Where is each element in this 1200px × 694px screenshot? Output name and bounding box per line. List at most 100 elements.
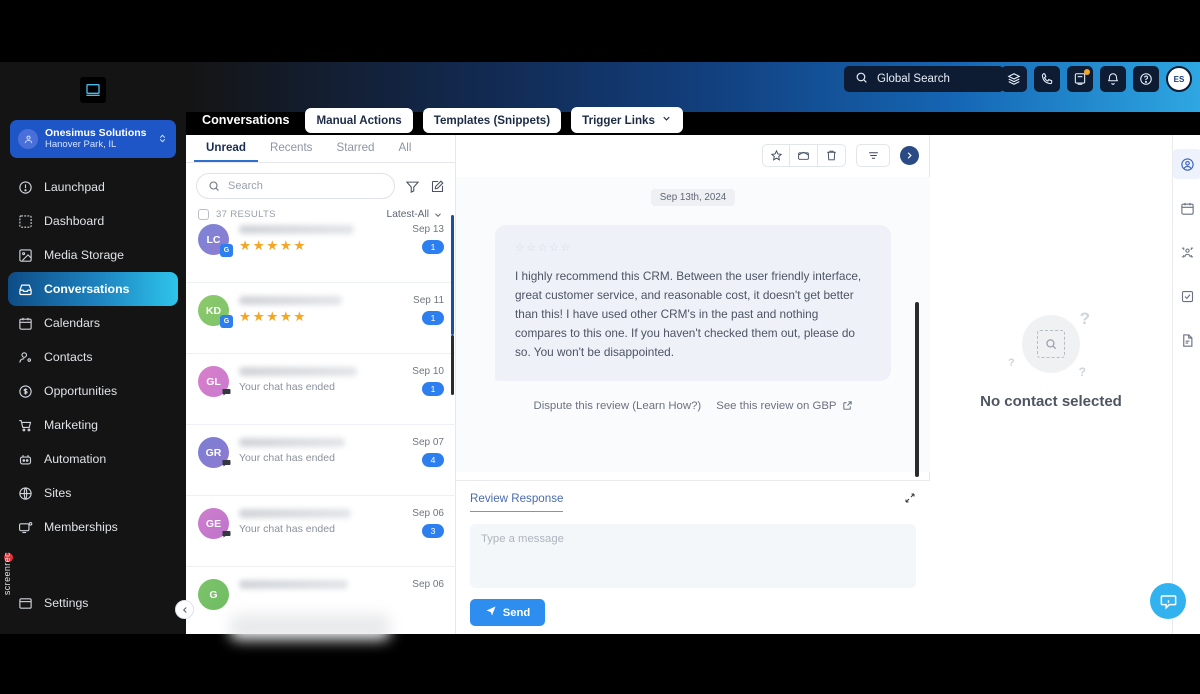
list-scrollbar-track[interactable]: [451, 335, 454, 395]
contact-panel: ? ? ? No contact selected: [930, 135, 1172, 634]
question-mark-small-icon: ?: [1008, 357, 1015, 369]
rail-item-team[interactable]: [1173, 237, 1200, 267]
chevron-updown-icon: [157, 131, 168, 148]
delete-icon[interactable]: [818, 144, 846, 167]
list-search-row: Search: [186, 163, 455, 203]
list-scrollbar[interactable]: [451, 215, 454, 335]
sidebar-item-conversations[interactable]: Conversations: [8, 272, 178, 306]
bottom-overlay-blur: [230, 614, 390, 640]
phone-icon[interactable]: [1034, 66, 1060, 92]
dashboard-icon: [18, 214, 33, 229]
unread-count-badge: 3: [422, 524, 444, 538]
screenrec-label: screenrec: [2, 552, 12, 596]
sidebar-item-label: Settings: [44, 596, 89, 610]
reply-textarea[interactable]: Type a message: [470, 524, 916, 588]
list-item[interactable]: GE Your chat has ended Sep 06 3: [186, 496, 456, 567]
see-review-on-gbp-link[interactable]: See this review on GBP: [716, 400, 852, 412]
monitor-icon: [18, 520, 33, 535]
list-item[interactable]: KD G ★★★★★ Sep 11 1: [186, 283, 456, 354]
sidebar-item-label: Dashboard: [44, 214, 105, 228]
note-icon[interactable]: [1067, 66, 1093, 92]
bell-icon[interactable]: [1100, 66, 1126, 92]
dispute-review-link[interactable]: Dispute this review (Learn How?): [533, 400, 701, 412]
sidebar-item-launchpad[interactable]: Launchpad: [8, 170, 178, 204]
avatar-initials: GE: [205, 517, 222, 530]
reply-placeholder: Type a message: [481, 533, 564, 545]
left-sidebar: Onesimus Solutions Hanover Park, IL Laun…: [0, 62, 186, 634]
compose-icon[interactable]: [430, 179, 445, 194]
unread-count-badge: 1: [422, 311, 444, 325]
sidebar-item-sites[interactable]: Sites: [8, 476, 178, 510]
sidebar-item-label: Automation: [44, 452, 107, 466]
user-avatar[interactable]: ES: [1166, 66, 1192, 92]
list-item-date: Sep 07: [412, 437, 444, 448]
unread-count-badge: 1: [422, 382, 444, 396]
app-logo[interactable]: [0, 62, 186, 118]
list-item[interactable]: GR Your chat has ended Sep 07 4: [186, 425, 456, 496]
sidebar-item-dashboard[interactable]: Dashboard: [8, 204, 178, 238]
question-mark-large-icon: ?: [1079, 309, 1090, 328]
sidebar-item-label: Launchpad: [44, 180, 105, 194]
account-name: Onesimus Solutions: [45, 127, 147, 139]
sidebar-item-marketing[interactable]: Marketing: [8, 408, 178, 442]
global-search-placeholder: Global Search: [877, 73, 950, 85]
manual-actions-button[interactable]: Manual Actions: [305, 107, 413, 133]
calendar-icon: [18, 316, 33, 331]
sidebar-item-calendars[interactable]: Calendars: [8, 306, 178, 340]
rail-item-document[interactable]: [1173, 325, 1200, 355]
tab-unread[interactable]: Unread: [194, 135, 258, 162]
trigger-links-button[interactable]: Trigger Links: [571, 107, 683, 133]
mark-unread-icon[interactable]: [790, 144, 818, 167]
account-switcher[interactable]: Onesimus Solutions Hanover Park, IL: [10, 120, 176, 158]
collapse-sidebar-button[interactable]: [175, 600, 194, 619]
sidebar-item-label: Contacts: [44, 350, 93, 364]
rail-item-person[interactable]: [1173, 149, 1200, 179]
expand-panel-icon[interactable]: [900, 146, 919, 165]
sidebar-item-media-storage[interactable]: Media Storage: [8, 238, 178, 272]
tab-recents[interactable]: Recents: [258, 135, 325, 162]
list-item[interactable]: LC G ★★★★★ Sep 13 1: [186, 212, 456, 283]
tab-starred[interactable]: Starred: [324, 135, 386, 162]
manual-actions-label: Manual Actions: [316, 113, 402, 127]
search-icon: [855, 71, 868, 87]
list-item[interactable]: GL Your chat has ended Sep 10 1: [186, 354, 456, 425]
no-contact-empty-state: ? ? ? No contact selected: [930, 309, 1172, 410]
message-scrollbar[interactable]: [915, 302, 919, 477]
collapse-icon[interactable]: [904, 492, 916, 507]
page-title: Conversations: [202, 113, 290, 127]
list-item-date: Sep 13: [412, 224, 444, 235]
templates-label: Templates (Snippets): [433, 113, 551, 127]
sidebar-item-label: Memberships: [44, 520, 118, 534]
chat-widget-button[interactable]: [1150, 583, 1186, 619]
list-search-input[interactable]: Search: [196, 173, 395, 199]
help-icon[interactable]: [1133, 66, 1159, 92]
rail-item-calendar[interactable]: [1173, 193, 1200, 223]
conversation-list[interactable]: LC G ★★★★★ Sep 13 1 KD G ★★★★★ Sep 11 1 …: [186, 212, 456, 634]
layers-icon[interactable]: [1001, 66, 1027, 92]
sidebar-item-contacts[interactable]: Contacts: [8, 340, 178, 374]
sidebar-item-memberships[interactable]: Memberships: [8, 510, 178, 544]
rail-item-tasks[interactable]: [1173, 281, 1200, 311]
info-chat-icon: [1160, 594, 1176, 610]
list-item-subtitle: Your chat has ended: [239, 381, 335, 393]
star-icon[interactable]: [762, 144, 790, 167]
send-button[interactable]: Send: [470, 599, 545, 626]
contact-name-redacted: [239, 367, 357, 376]
filter-icon[interactable]: [405, 179, 420, 194]
external-link-icon: [842, 400, 853, 411]
no-contact-title: No contact selected: [980, 393, 1122, 410]
sidebar-item-label: Calendars: [44, 316, 101, 330]
unread-count-badge: 1: [422, 240, 444, 254]
sidebar-item-automation[interactable]: Automation: [8, 442, 178, 476]
send-icon: [485, 605, 497, 620]
sidebar-item-label: Media Storage: [44, 248, 124, 262]
sidebar-item-settings[interactable]: Settings: [0, 586, 186, 620]
logo-icon: [80, 77, 106, 103]
gbp-icon: G: [220, 244, 233, 257]
filter-icon[interactable]: [856, 144, 890, 167]
global-search-input[interactable]: Global Search: [844, 66, 1004, 92]
review-response-tab[interactable]: Review Response: [470, 492, 564, 512]
sidebar-item-opportunities[interactable]: Opportunities: [8, 374, 178, 408]
tab-all[interactable]: All: [387, 135, 424, 162]
templates-snippets-button[interactable]: Templates (Snippets): [422, 107, 562, 133]
